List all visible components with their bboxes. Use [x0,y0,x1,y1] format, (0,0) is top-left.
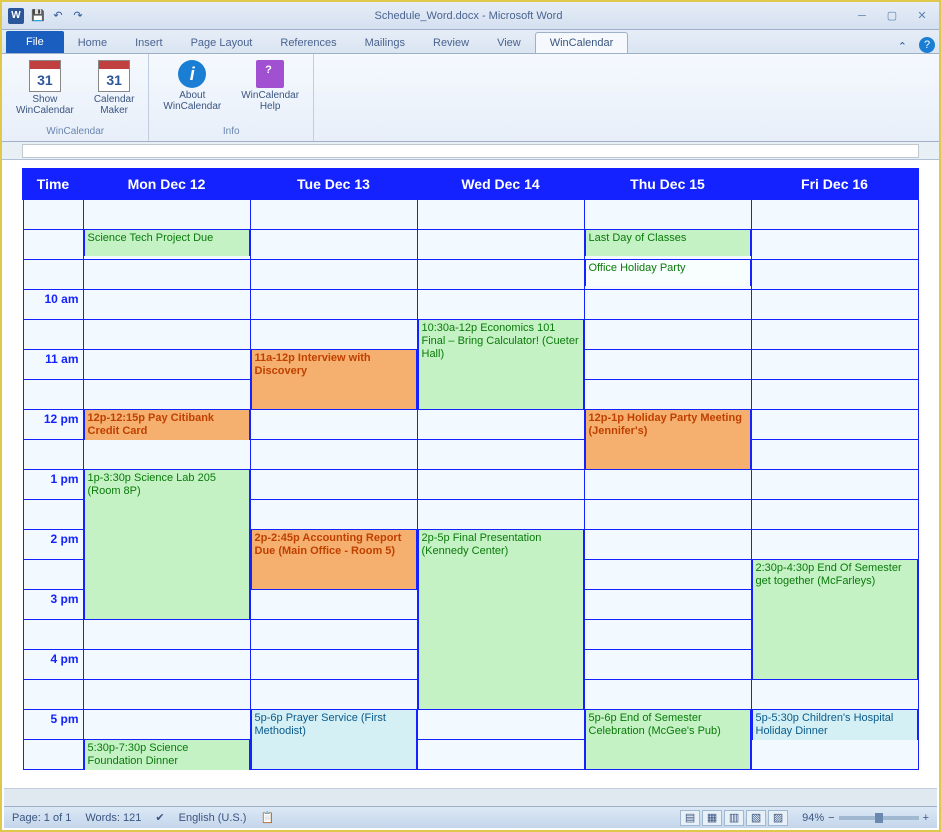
view-web-icon[interactable]: ▥ [724,810,744,826]
tab-file[interactable]: File [6,31,64,53]
event-end-semester[interactable]: 2:30p-4:30p End Of Semester get together… [752,560,918,679]
zoom-slider[interactable] [839,816,919,820]
view-print-layout-icon[interactable]: ▤ [680,810,700,826]
zoom-out-button[interactable]: − [828,812,834,824]
header-mon: Mon Dec 12 [83,169,250,199]
zoom-control: 94% − + [802,812,929,824]
tab-references[interactable]: References [266,33,350,53]
tab-wincalendar[interactable]: WinCalendar [535,32,629,53]
tab-mailings[interactable]: Mailings [351,33,419,53]
event-economics-final[interactable]: 10:30a-12p Economics 101 Final – Bring C… [418,320,584,409]
close-button[interactable]: ✕ [911,7,933,25]
ribbon-group-info: i About WinCalendar WinCalendar Help Inf… [149,54,314,141]
window-buttons: ─ ▢ ✕ [851,7,933,25]
status-language[interactable]: English (U.S.) [179,812,247,824]
view-outline-icon[interactable]: ▧ [746,810,766,826]
title-bar: W 💾 ↶ ↷ Schedule_Word.docx - Microsoft W… [2,2,939,30]
header-wed: Wed Dec 14 [417,169,584,199]
event-accounting[interactable]: 2p-2:45p Accounting Report Due (Main Off… [251,530,417,589]
view-fullscreen-icon[interactable]: ▦ [702,810,722,826]
about-wincalendar-button[interactable]: i About WinCalendar [157,58,227,126]
minimize-ribbon-icon[interactable]: ⌃ [890,40,915,53]
horizontal-scrollbar[interactable] [4,788,937,806]
view-buttons: ▤ ▦ ▥ ▧ ▨ [680,810,788,826]
tab-page-layout[interactable]: Page Layout [177,33,267,53]
event-childrens-hospital[interactable]: 5p-5:30p Children's Hospital Holiday Din… [752,710,918,740]
tab-home[interactable]: Home [64,33,121,53]
event-science-lab[interactable]: 1p-3:30p Science Lab 205 (Room 8P) [84,470,250,619]
calendar-icon: 31 [98,60,130,92]
header-thu: Thu Dec 15 [584,169,751,199]
event-mcgee[interactable]: 5p-6p End of Semester Celebration (McGee… [585,710,751,769]
wincalendar-help-button[interactable]: WinCalendar Help [235,58,305,126]
help-icon[interactable]: ? [919,37,935,53]
header-fri: Fri Dec 16 [751,169,918,199]
ribbon-group-wincalendar: 31 Show WinCalendar 31 Calendar Maker Wi… [2,54,149,141]
header-time: Time [23,169,83,199]
calendar-table: Time Mon Dec 12 Tue Dec 13 Wed Dec 14 Th… [22,168,919,770]
status-insert-icon[interactable]: 📋 [260,811,274,824]
tab-review[interactable]: Review [419,33,483,53]
ribbon-tabs: File Home Insert Page Layout References … [2,30,939,54]
status-page[interactable]: Page: 1 of 1 [12,812,71,824]
word-logo-icon: W [8,8,24,24]
event-interview[interactable]: 11a-12p Interview with Discovery [251,350,417,409]
status-bar: Page: 1 of 1 Words: 121 ✔ English (U.S.)… [4,806,937,828]
help-book-icon [256,60,284,88]
info-icon: i [178,60,206,88]
status-proofing-icon[interactable]: ✔ [155,811,164,824]
event-final-presentation[interactable]: 2p-5p Final Presentation (Kennedy Center… [418,530,584,709]
ribbon: 31 Show WinCalendar 31 Calendar Maker Wi… [2,54,939,142]
show-wincalendar-button[interactable]: 31 Show WinCalendar [10,58,80,126]
header-tue: Tue Dec 13 [250,169,417,199]
event-holiday-meeting[interactable]: 12p-1p Holiday Party Meeting (Jennifer's… [585,410,751,469]
event-last-day[interactable]: Last Day of Classes [585,230,751,256]
maximize-button[interactable]: ▢ [881,7,903,25]
tab-view[interactable]: View [483,33,535,53]
save-icon[interactable]: 💾 [30,8,46,24]
event-science-foundation[interactable]: 5:30p-7:30p Science Foundation Dinner [84,740,250,770]
undo-icon[interactable]: ↶ [50,8,66,24]
calendar-icon: 31 [29,60,61,92]
redo-icon[interactable]: ↷ [70,8,86,24]
document-area[interactable]: Time Mon Dec 12 Tue Dec 13 Wed Dec 14 Th… [2,160,939,799]
event-office-party[interactable]: Office Holiday Party [585,260,751,286]
zoom-level[interactable]: 94% [802,812,824,824]
horizontal-ruler[interactable] [2,142,939,160]
quick-access-toolbar: 💾 ↶ ↷ [30,8,86,24]
minimize-button[interactable]: ─ [851,7,873,25]
status-words[interactable]: Words: 121 [85,812,141,824]
tab-insert[interactable]: Insert [121,33,177,53]
event-prayer[interactable]: 5p-6p Prayer Service (First Methodist) [251,710,417,769]
window-title: Schedule_Word.docx - Microsoft Word [86,10,851,22]
calendar-maker-button[interactable]: 31 Calendar Maker [88,58,141,126]
event-science-project[interactable]: Science Tech Project Due [84,230,250,256]
view-draft-icon[interactable]: ▨ [768,810,788,826]
zoom-in-button[interactable]: + [923,812,929,824]
